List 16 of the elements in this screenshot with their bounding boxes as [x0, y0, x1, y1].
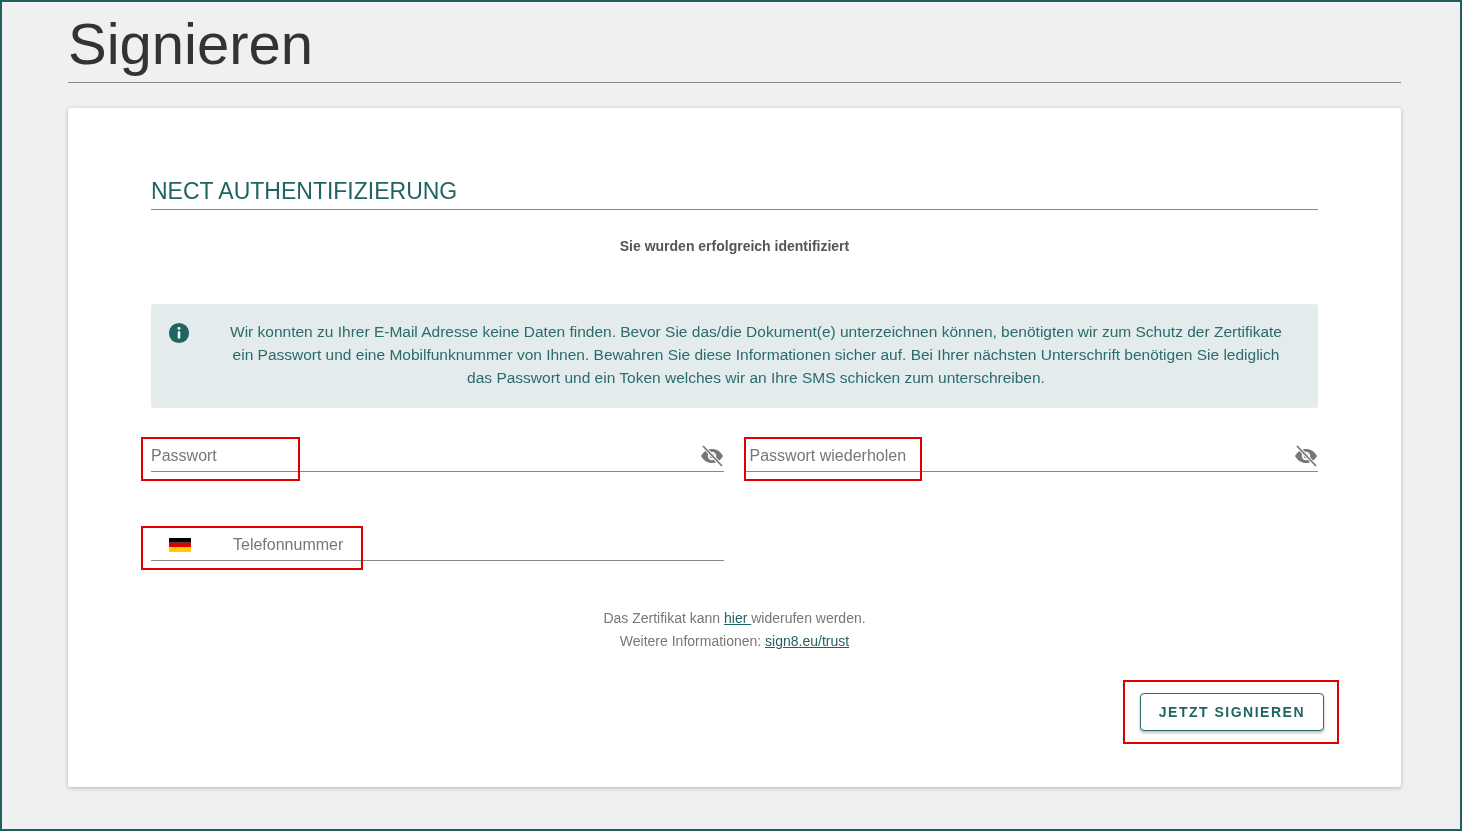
link[interactable]: sign8.eu/trust	[765, 633, 850, 649]
password-field[interactable]: Passwort wiederholen	[745, 443, 1294, 469]
eye-slash-icon[interactable]	[699, 444, 724, 468]
password-field[interactable]: Passwort	[151, 443, 700, 469]
sign-button[interactable]: JETZT SIGNIEREN	[1139, 693, 1324, 731]
status-message: Sie wurden erfolgreich identifiziert	[618, 238, 851, 254]
info-text: Wir konnten zu Ihrer E-Mail Adresse keine Daten finden. Bevor Sie das/die Dokument(e) unterzeichnen können, benötigten wir zum Schutz der Zertifikate ein Passwort und eine Mobilfunknummer von Ihnen. Bewahren Sie diese Informationen sicher auf. Bei Ihrer nächsten Unterschrift benötigen Sie lediglich das Passwort und ein Token welches wir an Ihre SMS schicken zum unterschreiben.	[230, 322, 1282, 388]
phone-field[interactable]: Telefonnummer	[229, 532, 724, 558]
info-icon	[168, 322, 190, 344]
flag-icon	[169, 538, 191, 552]
footer-text: Das Zertifikat kann hier widerufen werden.	[602, 609, 867, 628]
footer-text: Weitere Informationen: sign8.eu/trust	[618, 632, 851, 651]
link[interactable]: hier	[724, 610, 752, 626]
section-title: NECT AUTHENTIFIZIERUNG	[151, 178, 1318, 210]
page-title: Signieren	[68, 2, 1401, 83]
eye-slash-icon[interactable]	[1294, 444, 1318, 468]
